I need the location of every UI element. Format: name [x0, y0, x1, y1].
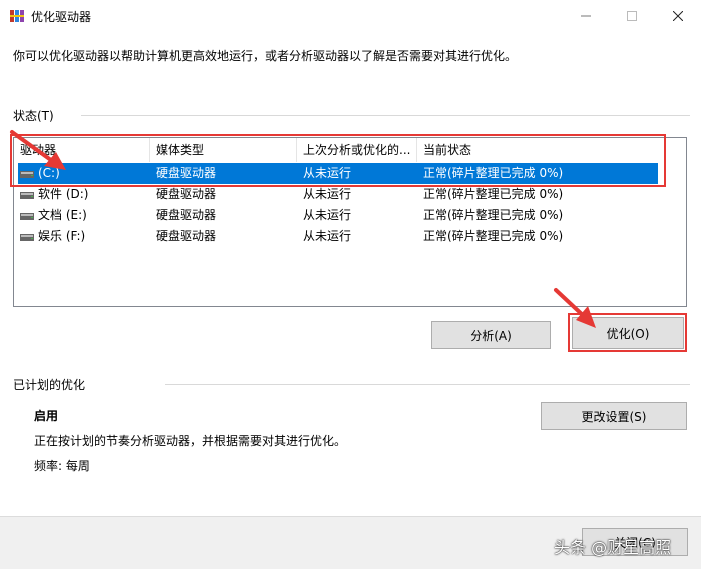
- drive-icon: [20, 213, 34, 220]
- drive-name: 娱乐 (F:): [38, 229, 86, 243]
- app-defrag-icon: [9, 8, 25, 24]
- scheduled-section-label: 已计划的优化: [13, 378, 86, 392]
- scheduled-divider: [165, 384, 690, 385]
- analyze-button[interactable]: 分析(A): [431, 321, 551, 349]
- drive-row[interactable]: 文档 (E:) 硬盘驱动器 从未运行 正常(碎片整理已完成 0%): [18, 205, 658, 226]
- close-icon: [673, 10, 683, 21]
- drive-media-type: 硬盘驱动器: [156, 229, 217, 243]
- drive-name: 软件 (D:): [38, 187, 89, 201]
- drive-row[interactable]: 软件 (D:) 硬盘驱动器 从未运行 正常(碎片整理已完成 0%): [18, 184, 658, 205]
- description-text: 你可以优化驱动器以帮助计算机更高效地运行，或者分析驱动器以了解是否需要对其进行优…: [13, 49, 518, 63]
- drive-icon: [20, 234, 34, 241]
- status-divider: [81, 115, 690, 116]
- change-settings-button[interactable]: 更改设置(S): [541, 402, 687, 430]
- drive-last-run: 从未运行: [303, 187, 352, 201]
- window-title: 优化驱动器: [31, 10, 92, 24]
- minimize-button[interactable]: [563, 0, 609, 31]
- status-section-label: 状态(T): [13, 109, 54, 123]
- highlight-box-optimize: [568, 313, 687, 352]
- highlight-box-drive-row: [10, 134, 666, 187]
- drive-status: 正常(碎片整理已完成 0%): [423, 208, 564, 222]
- drive-status: 正常(碎片整理已完成 0%): [423, 187, 564, 201]
- schedule-description: 正在按计划的节奏分析驱动器，并根据需要对其进行优化。: [34, 434, 347, 448]
- drive-media-type: 硬盘驱动器: [156, 208, 217, 222]
- minimize-icon: [581, 15, 591, 16]
- drive-last-run: 从未运行: [303, 229, 352, 243]
- drive-icon: [20, 192, 34, 199]
- drive-last-run: 从未运行: [303, 208, 352, 222]
- schedule-state: 启用: [34, 409, 59, 423]
- close-window-button[interactable]: [655, 0, 701, 31]
- watermark: 头条 @财星高照: [554, 538, 672, 557]
- schedule-frequency: 频率: 每周: [34, 459, 90, 473]
- drive-status: 正常(碎片整理已完成 0%): [423, 229, 564, 243]
- drive-row[interactable]: 娱乐 (F:) 硬盘驱动器 从未运行 正常(碎片整理已完成 0%): [18, 226, 658, 247]
- maximize-button[interactable]: [609, 0, 655, 31]
- drive-media-type: 硬盘驱动器: [156, 187, 217, 201]
- maximize-icon: [627, 10, 637, 21]
- drive-name: 文档 (E:): [38, 208, 87, 222]
